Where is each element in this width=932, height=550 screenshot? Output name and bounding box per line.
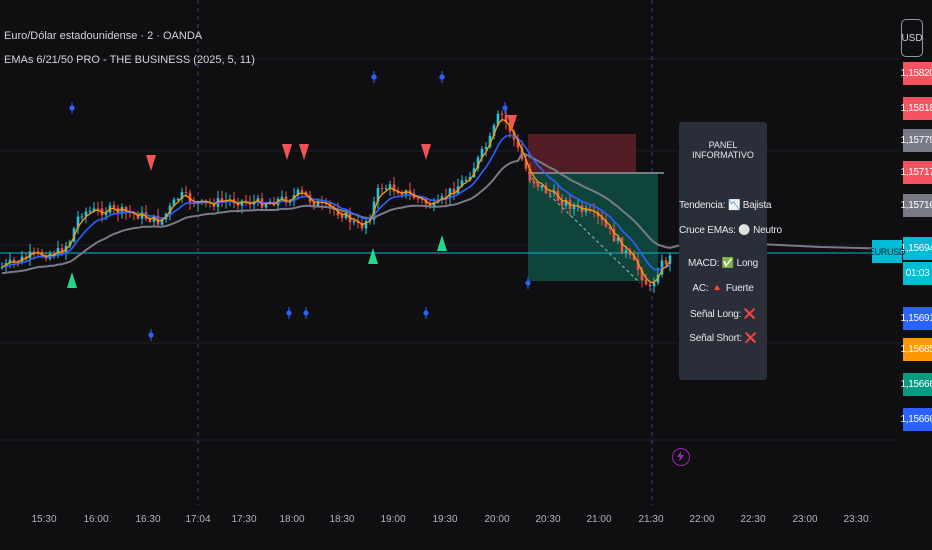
time-axis[interactable] [0, 505, 932, 550]
symbol-title[interactable]: Euro/Dólar estadounidense · 2 · OANDA [4, 30, 202, 42]
fractal-marker [286, 310, 292, 316]
price-label: 1,15818 [900, 97, 932, 120]
macd-row: MACD: ✅ Long [687, 258, 759, 269]
candle [500, 113, 504, 115]
trend-row: Tendencia: 📉 Bajista [679, 200, 772, 211]
candle [416, 198, 420, 200]
info-panel: PANEL INFORMATIVO Tendencia: 📉 Bajista C… [679, 122, 782, 380]
candle [548, 192, 552, 194]
time-label: 16:30 [135, 514, 161, 525]
time-label: 16:00 [83, 514, 109, 525]
lightning-icon[interactable] [672, 448, 690, 466]
price-label: 1,15820 [900, 62, 932, 85]
sell-signal-marker [282, 144, 292, 160]
time-label: 21:00 [586, 514, 612, 525]
candle [32, 251, 36, 253]
candle [380, 188, 384, 190]
candle [560, 200, 564, 206]
time-label: 17:04 [185, 514, 211, 525]
time-label: 20:30 [535, 514, 561, 525]
price-label: 1,15666 [900, 408, 932, 431]
time-label: 23:30 [843, 514, 869, 525]
sell-signal-marker [421, 144, 431, 160]
fractal-marker [423, 310, 429, 316]
candle [648, 284, 652, 287]
candle [184, 192, 188, 194]
price-label: 1,15717 [900, 161, 932, 184]
buy-signal-marker [368, 248, 378, 264]
candle [536, 183, 540, 187]
ac-row: AC: 🔺 Fuerte [692, 283, 754, 294]
time-label: 18:00 [279, 514, 305, 525]
time-label: 21:30 [638, 514, 664, 525]
time-label: 19:30 [432, 514, 458, 525]
symbol-price-tag: EURUSD [869, 240, 905, 263]
candle [12, 259, 16, 262]
candle [80, 216, 84, 218]
price-label: 1,15685 [900, 338, 932, 361]
candle [340, 215, 344, 219]
time-label: 23:00 [792, 514, 818, 525]
candle [664, 260, 668, 264]
fractal-marker [371, 74, 377, 80]
candle [652, 282, 656, 287]
candle [572, 206, 576, 210]
candle [88, 210, 92, 212]
sell-signal-marker [507, 115, 517, 131]
price-label: 1,15779 [900, 129, 932, 152]
time-label: 17:30 [231, 514, 257, 525]
candle [532, 180, 536, 184]
time-label: 22:00 [689, 514, 715, 525]
candle [300, 189, 304, 192]
info-panel-title: PANEL INFORMATIVO [692, 140, 754, 160]
time-label: 20:00 [484, 514, 510, 525]
signal-short-row: Señal Short: ❌ [689, 333, 757, 344]
price-label: 1,15691 [900, 307, 932, 330]
candle [484, 146, 488, 149]
fractal-marker [148, 332, 154, 338]
stop-loss-zone[interactable] [528, 134, 636, 173]
price-label: 01:03 [903, 262, 932, 285]
currency-button[interactable]: USD [901, 19, 923, 57]
price-chart[interactable] [0, 0, 932, 550]
candle [352, 220, 356, 223]
candle [384, 188, 388, 190]
indicator-title[interactable]: EMAs 6/21/50 PRO - THE BUSINESS (2025, 5… [4, 54, 255, 66]
candle [464, 179, 468, 181]
time-label: 18:30 [329, 514, 355, 525]
candle [644, 280, 648, 285]
fractal-marker [502, 105, 508, 111]
ema-cross-row: Cruce EMAs: ⚪ Neutro [679, 225, 782, 236]
candle [624, 250, 628, 253]
price-label: 1,15666 [900, 373, 932, 396]
signal-long-row: Señal Long: ❌ [689, 309, 756, 320]
time-label: 19:00 [380, 514, 406, 525]
buy-signal-marker [67, 272, 77, 288]
time-label: 15:30 [31, 514, 57, 525]
fractal-marker [525, 280, 531, 286]
price-label: 1,15716 [900, 194, 932, 217]
fractal-marker [303, 310, 309, 316]
sell-signal-marker [146, 155, 156, 171]
buy-signal-marker [437, 235, 447, 251]
fractal-marker [69, 105, 75, 111]
candle [176, 198, 180, 200]
candle [112, 205, 116, 208]
sell-signal-marker [299, 144, 309, 160]
price-label: 1,15694 [900, 237, 932, 260]
time-label: 22:30 [740, 514, 766, 525]
fractal-marker [439, 74, 445, 80]
